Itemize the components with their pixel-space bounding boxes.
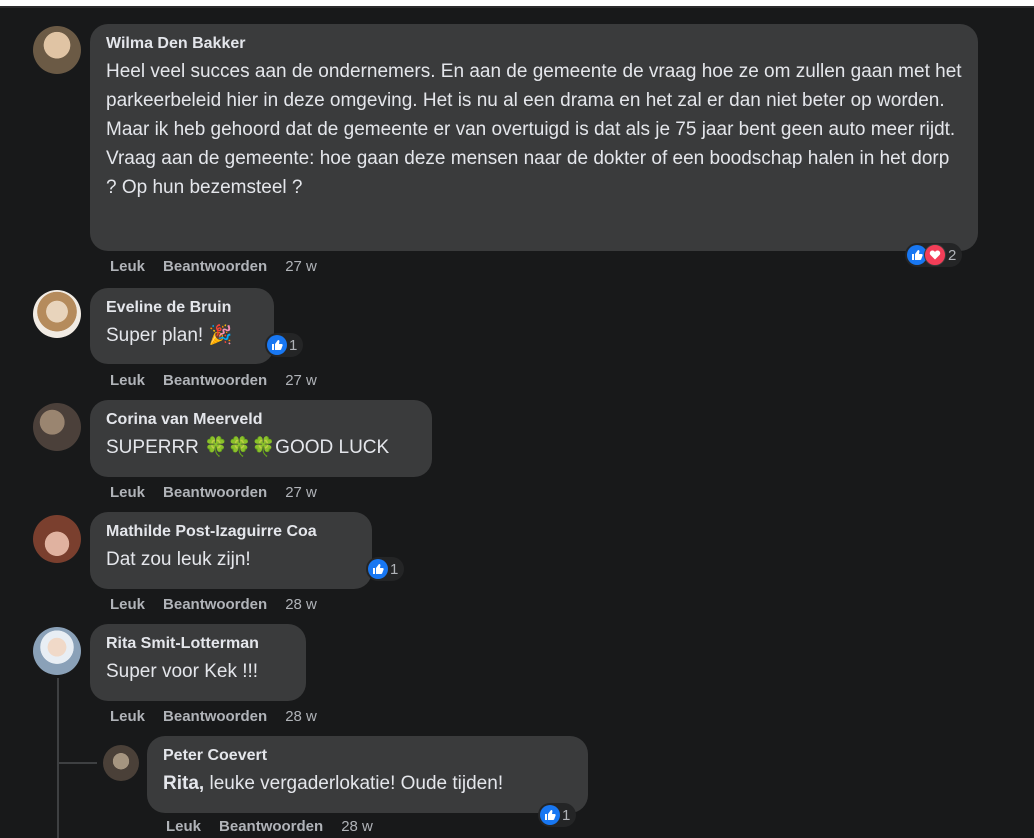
comment-author[interactable]: Corina van Meerveld xyxy=(106,410,416,430)
reaction-summary[interactable]: 1 xyxy=(265,333,304,357)
comment-text: Super voor Kek !!! xyxy=(106,661,259,682)
comment-author[interactable]: Eveline de Bruin xyxy=(106,298,258,318)
like-icon xyxy=(540,805,560,825)
timestamp[interactable]: 28 w xyxy=(341,818,373,835)
comment-actions: Leuk Beantwoorden 27 w xyxy=(110,372,317,389)
like-link[interactable]: Leuk xyxy=(110,372,145,389)
reaction-summary[interactable]: 2 xyxy=(905,243,963,267)
comment-actions: Leuk Beantwoorden 27 w xyxy=(110,258,317,275)
reply-link[interactable]: Beantwoorden xyxy=(219,818,323,835)
comment-author[interactable]: Peter Coevert xyxy=(163,746,572,766)
like-link[interactable]: Leuk xyxy=(110,484,145,501)
avatar[interactable] xyxy=(33,627,81,675)
timestamp[interactable]: 28 w xyxy=(285,708,317,725)
thread-branch xyxy=(57,762,97,764)
reply-link[interactable]: Beantwoorden xyxy=(163,708,267,725)
avatar[interactable] xyxy=(33,26,81,74)
reaction-summary[interactable]: 1 xyxy=(366,557,405,581)
timestamp[interactable]: 27 w xyxy=(285,372,317,389)
top-divider xyxy=(0,6,1034,8)
comment-author[interactable]: Wilma Den Bakker xyxy=(106,34,962,54)
comment-text: Dat zou leuk zijn! xyxy=(106,549,251,570)
mention-link[interactable]: Rita, xyxy=(163,773,204,794)
thread-line xyxy=(57,678,59,838)
reply-bubble: Peter Coevert Rita, leuke vergaderlokati… xyxy=(147,736,588,813)
avatar[interactable] xyxy=(33,290,81,338)
reply-link[interactable]: Beantwoorden xyxy=(163,372,267,389)
like-link[interactable]: Leuk xyxy=(110,596,145,613)
comment-text: SUPERRR xyxy=(106,437,199,458)
comment-actions: Leuk Beantwoorden 28 w xyxy=(110,596,317,613)
reaction-count: 1 xyxy=(562,806,571,824)
comment-author[interactable]: Rita Smit-Lotterman xyxy=(106,634,290,654)
comment-text: Super plan! xyxy=(106,325,204,346)
comment-bubble: Corina van Meerveld SUPERRR 🍀🍀🍀GOOD LUCK xyxy=(90,400,432,477)
avatar[interactable] xyxy=(103,745,139,781)
like-icon xyxy=(267,335,287,355)
comment-actions: Leuk Beantwoorden 27 w xyxy=(110,484,317,501)
comment-bubble: Rita Smit-Lotterman Super voor Kek !!! xyxy=(90,624,306,701)
reply-link[interactable]: Beantwoorden xyxy=(163,258,267,275)
comment-bubble: Eveline de Bruin Super plan! 🎉 xyxy=(90,288,274,364)
timestamp[interactable]: 27 w xyxy=(285,484,317,501)
comment-actions: Leuk Beantwoorden 28 w xyxy=(166,818,373,835)
reaction-count: 1 xyxy=(289,336,298,354)
reply-link[interactable]: Beantwoorden xyxy=(163,596,267,613)
avatar[interactable] xyxy=(33,403,81,451)
like-link[interactable]: Leuk xyxy=(110,708,145,725)
comment-text-after: GOOD LUCK xyxy=(275,437,390,458)
comment-bubble: Mathilde Post-Izaguirre Coa Dat zou leuk… xyxy=(90,512,372,589)
like-link[interactable]: Leuk xyxy=(166,818,201,835)
timestamp[interactable]: 27 w xyxy=(285,258,317,275)
reply-link[interactable]: Beantwoorden xyxy=(163,484,267,501)
comment-text: Heel veel succes aan de ondernemers. En … xyxy=(106,61,962,198)
party-emoji: 🎉 xyxy=(208,325,233,346)
reaction-count: 2 xyxy=(948,246,957,264)
like-icon xyxy=(368,559,388,579)
comment-author[interactable]: Mathilde Post-Izaguirre Coa xyxy=(106,522,356,542)
love-icon xyxy=(924,244,946,266)
timestamp[interactable]: 28 w xyxy=(285,596,317,613)
reaction-summary[interactable]: 1 xyxy=(538,803,577,827)
comment-text: leuke vergaderlokatie! Oude tijden! xyxy=(204,773,504,794)
comment-actions: Leuk Beantwoorden 28 w xyxy=(110,708,317,725)
comment-bubble: Wilma Den Bakker Heel veel succes aan de… xyxy=(90,24,978,251)
clover-emoji: 🍀🍀🍀 xyxy=(204,437,276,458)
avatar[interactable] xyxy=(33,515,81,563)
like-link[interactable]: Leuk xyxy=(110,258,145,275)
reaction-count: 1 xyxy=(390,560,399,578)
